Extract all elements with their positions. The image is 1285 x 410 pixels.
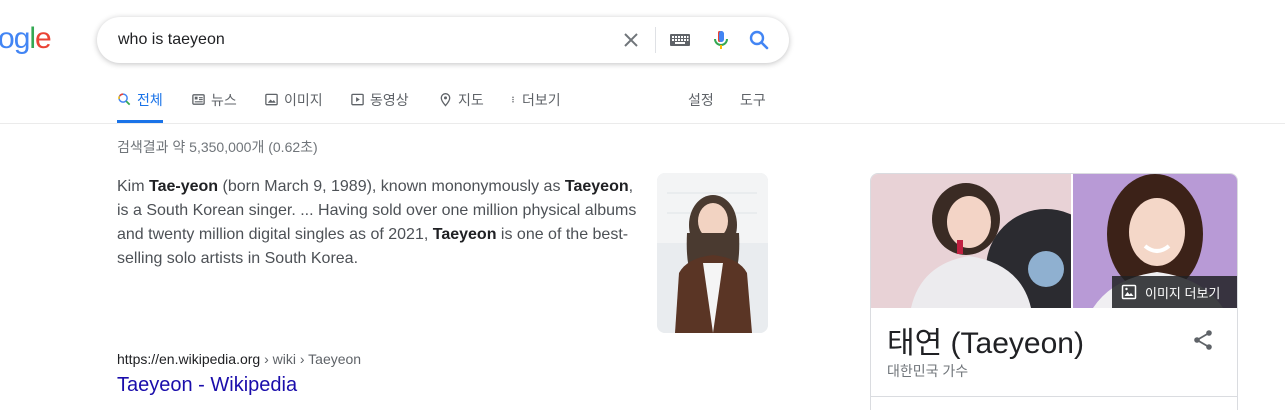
settings-link[interactable]: 설정 — [688, 90, 714, 123]
more-images-button[interactable]: 이미지 더보기 — [1112, 276, 1237, 308]
tab-news[interactable]: 뉴스 — [191, 90, 237, 123]
logo-letter: g — [13, 22, 31, 55]
image-icon — [265, 93, 278, 106]
image-icon — [1121, 284, 1137, 300]
google-logo[interactable]: ogle — [0, 22, 52, 56]
person-photo — [657, 173, 768, 333]
knowledge-panel-image[interactable] — [871, 174, 1071, 308]
search-input[interactable]: who is taeyeon — [118, 31, 225, 49]
logo-letter: o — [0, 22, 15, 55]
logo-letter: e — [35, 22, 52, 55]
share-icon[interactable] — [1191, 328, 1215, 352]
tab-label: 지도 — [458, 92, 484, 108]
snippet-text: Kim — [117, 178, 149, 195]
more-images-label: 이미지 더보기 — [1145, 285, 1221, 301]
tab-label: 동영상 — [370, 92, 409, 108]
tab-all[interactable]: 전체 — [117, 90, 163, 123]
knowledge-panel-title: 태연 (Taeyeon) — [887, 327, 1084, 360]
result-cite: https://en.wikipedia.org › wiki › Taeyeo… — [117, 351, 361, 367]
news-icon — [192, 94, 205, 105]
tab-label: 이미지 — [284, 92, 323, 108]
search-icon[interactable] — [747, 28, 771, 52]
search-box[interactable]: who is taeyeon — [97, 17, 789, 63]
tab-images[interactable]: 이미지 — [264, 90, 323, 123]
result-title-link[interactable]: Taeyeon - Wikipedia — [117, 374, 297, 397]
person-photo — [871, 174, 1071, 308]
video-icon — [351, 93, 364, 106]
more-vert-icon — [512, 96, 514, 103]
knowledge-panel-subtitle: 대한민국 가수 — [887, 363, 969, 379]
keyboard-icon[interactable] — [669, 31, 691, 49]
snippet-bold: Tae-yeon — [149, 178, 219, 195]
snippet-photo[interactable] — [657, 173, 768, 333]
featured-snippet: Kim Tae-yeon (born March 9, 1989), known… — [117, 175, 637, 271]
result-stats: 검색결과 약 5,350,000개 (0.62초) — [117, 139, 318, 155]
cite-domain: https://en.wikipedia.org — [117, 351, 261, 367]
search-icon — [118, 93, 131, 106]
cite-path: › wiki › Taeyeon — [260, 351, 362, 367]
knowledge-panel: 이미지 더보기 태연 (Taeyeon) 대한민국 가수 — [870, 173, 1238, 410]
microphone-icon[interactable] — [709, 28, 733, 52]
tools-link[interactable]: 도구 — [740, 90, 766, 123]
tab-label: 더보기 — [522, 92, 561, 108]
tab-maps[interactable]: 지도 — [438, 90, 484, 123]
close-icon[interactable] — [619, 28, 643, 52]
map-pin-icon — [440, 93, 451, 107]
settings-label: 설정 — [688, 92, 714, 108]
snippet-text: (born March 9, 1989), known mononymously… — [218, 178, 565, 195]
tab-videos[interactable]: 동영상 — [350, 90, 409, 123]
tab-more[interactable]: 더보기 — [509, 90, 561, 123]
search-divider — [655, 27, 656, 53]
tools-label: 도구 — [740, 92, 766, 108]
tab-label: 전체 — [137, 92, 163, 108]
header-divider — [0, 123, 1285, 124]
snippet-bold: Taeyeon — [564, 178, 629, 195]
tab-label: 뉴스 — [211, 92, 237, 108]
snippet-bold: Taeyeon — [432, 226, 497, 243]
knowledge-panel-divider — [871, 396, 1237, 397]
